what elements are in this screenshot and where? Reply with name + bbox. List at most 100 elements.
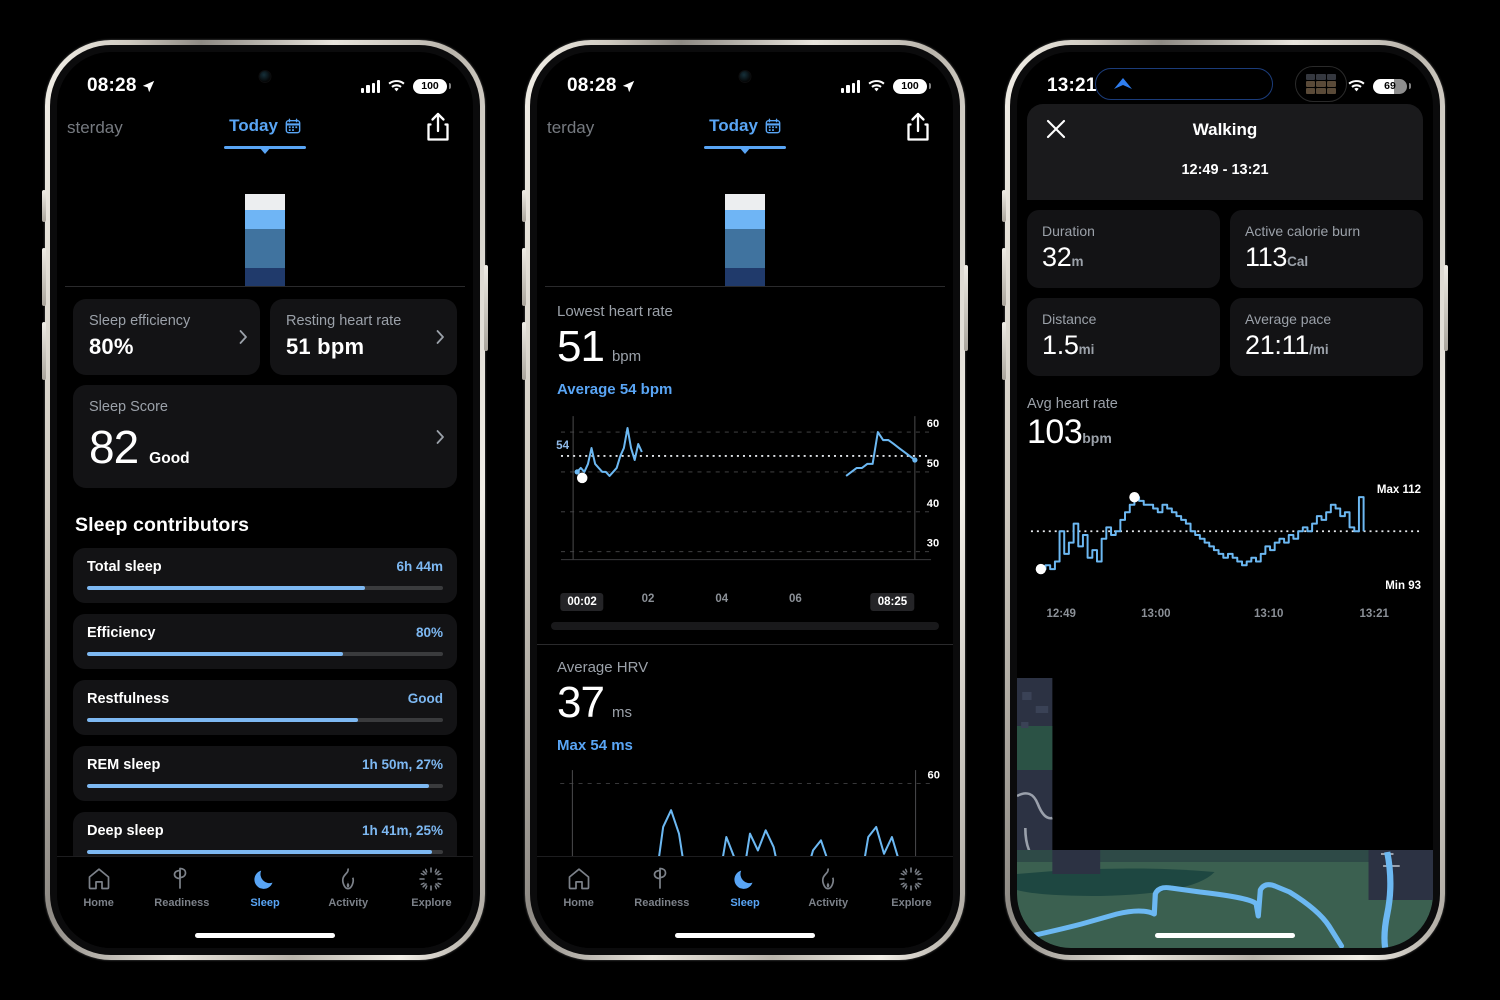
stat-value: 113Cal xyxy=(1245,242,1408,273)
mute-switch[interactable] xyxy=(522,190,526,222)
screenshot-stage: 08:28 100 sterday Today Sleep efficiency… xyxy=(0,0,1500,1000)
nav-item-home[interactable]: Home xyxy=(537,866,620,909)
stat-unit: /mi xyxy=(1309,342,1329,357)
hypnogram-segment-awake xyxy=(725,194,765,210)
contributor-row[interactable]: Restfulness Good xyxy=(73,680,457,735)
power-button[interactable] xyxy=(964,265,968,351)
contributor-name: Total sleep xyxy=(87,559,162,575)
x-tick: 12:49 xyxy=(1046,608,1076,620)
nav-item-label: Activity xyxy=(328,897,369,909)
hr-max-label: Max 112 xyxy=(1376,484,1421,496)
phone-sleep-overview: 08:28 100 sterday Today Sleep efficiency… xyxy=(42,40,488,960)
heart-rate-header: Lowest heart rate 51 bpm Average 54 bpm xyxy=(537,287,953,398)
chart-scrollbar[interactable] xyxy=(551,622,939,631)
moon-icon xyxy=(252,866,278,892)
contributor-value: Good xyxy=(407,691,443,706)
home-indicator[interactable] xyxy=(675,933,815,938)
hypnogram-segment-rem xyxy=(245,209,285,229)
nav-item-readiness[interactable]: Readiness xyxy=(620,866,703,909)
home-indicator[interactable] xyxy=(1155,933,1295,938)
chevron-right-icon xyxy=(436,330,444,344)
volume-down-button[interactable] xyxy=(1002,322,1006,380)
workout-hr-x-axis: 12:49 13:00 13:10 13:21 xyxy=(1043,608,1407,628)
svg-text:60: 60 xyxy=(928,770,940,782)
heart-rate-average: Average 54 bpm xyxy=(557,381,673,399)
contributor-row[interactable]: Efficiency 80% xyxy=(73,614,457,669)
heart-rate-chart[interactable]: 30 40 50 60 54 xyxy=(537,408,953,590)
volume-down-button[interactable] xyxy=(522,322,526,380)
cellular-signal-icon xyxy=(841,79,860,93)
contributor-bar xyxy=(87,652,443,656)
contributor-row[interactable]: Total sleep 6h 44m xyxy=(73,548,457,603)
avg-heart-rate-value: 103 xyxy=(1027,413,1083,451)
hypnogram-bar xyxy=(57,166,473,286)
share-icon[interactable] xyxy=(905,112,931,142)
tab-today-label: Today xyxy=(709,116,758,135)
stat-label: Average pace xyxy=(1245,311,1332,327)
hrv-value: 37 xyxy=(557,678,605,728)
status-bar: 13:21 69 xyxy=(1017,52,1433,104)
nav-item-label: Sleep xyxy=(730,897,760,909)
power-button[interactable] xyxy=(484,265,488,351)
hrv-label: Average HRV xyxy=(557,659,649,677)
workout-hr-chart[interactable]: Max 112 Min 93 xyxy=(1027,464,1423,604)
status-indicators: 69 xyxy=(1348,78,1411,94)
sleep-score-qualifier: Good xyxy=(149,450,190,467)
dynamic-island-secondary[interactable] xyxy=(1295,66,1347,102)
power-button[interactable] xyxy=(1444,265,1448,351)
status-time: 08:28 xyxy=(87,75,137,96)
card-sleep-efficiency[interactable]: Sleep efficiency 80% xyxy=(73,299,260,375)
nav-item-explore[interactable]: Explore xyxy=(390,866,473,909)
volume-up-button[interactable] xyxy=(522,248,526,306)
contributor-bar-fill xyxy=(87,652,344,656)
wifi-icon xyxy=(1348,79,1365,91)
card-sleep-score[interactable]: Sleep Score 82 Good xyxy=(73,385,457,488)
nav-item-activity[interactable]: Activity xyxy=(787,866,870,909)
heart-rate-x-axis: 00:02 02 04 06 08:25 xyxy=(551,590,939,614)
volume-down-button[interactable] xyxy=(42,322,46,380)
tab-yesterday[interactable]: sterday xyxy=(67,118,123,138)
nav-item-label: Readiness xyxy=(154,897,210,909)
share-icon[interactable] xyxy=(425,112,451,142)
mute-switch[interactable] xyxy=(1002,190,1006,222)
leaf-icon xyxy=(169,866,195,892)
tab-today[interactable]: Today xyxy=(704,116,786,149)
contributor-value: 1h 41m, 25% xyxy=(361,823,443,838)
nav-item-activity[interactable]: Activity xyxy=(307,866,390,909)
contributor-head: REM sleep 1h 50m, 27% xyxy=(87,757,443,773)
nav-item-readiness[interactable]: Readiness xyxy=(140,866,223,909)
wifi-icon xyxy=(868,79,885,91)
nav-item-home[interactable]: Home xyxy=(57,866,140,909)
tab-active-indicator xyxy=(704,146,786,149)
contributor-name: REM sleep xyxy=(87,757,161,773)
svg-text:60: 60 xyxy=(927,418,939,430)
contributor-bar xyxy=(87,586,443,590)
workout-stats-grid: Duration 32m Active calorie burn 113Cal Dist… xyxy=(1017,200,1433,376)
volume-up-button[interactable] xyxy=(1002,248,1006,306)
nav-item-sleep[interactable]: Sleep xyxy=(223,866,306,909)
route-map[interactable] xyxy=(1017,678,1433,948)
home-indicator[interactable] xyxy=(195,933,335,938)
contributor-head: Deep sleep 1h 41m, 25% xyxy=(87,823,443,839)
volume-up-button[interactable] xyxy=(42,248,46,306)
dynamic-island-navigation[interactable] xyxy=(1095,68,1273,100)
home-icon xyxy=(566,866,592,892)
status-time-group: 08:28 xyxy=(87,75,155,97)
sleep-score-label: Sleep Score xyxy=(89,399,168,415)
card-resting-heart-rate[interactable]: Resting heart rate 51 bpm xyxy=(270,299,457,375)
mute-switch[interactable] xyxy=(42,190,46,222)
contributor-row[interactable]: REM sleep 1h 50m, 27% xyxy=(73,746,457,801)
close-icon[interactable] xyxy=(1045,118,1067,140)
tab-yesterday[interactable]: terday xyxy=(547,118,594,138)
card-value: 51 bpm xyxy=(286,334,365,359)
phone-heart-rate-hrv: 08:28 100 terday Today Lowest heart rate… xyxy=(522,40,968,960)
tab-today[interactable]: Today xyxy=(224,116,306,149)
nav-item-explore[interactable]: Explore xyxy=(870,866,953,909)
status-bar: 08:28 100 xyxy=(537,52,953,104)
sleep-content: Sleep efficiency 80% Resting heart rate … xyxy=(57,299,473,933)
tab-active-indicator xyxy=(224,146,306,149)
tab-today-row: Today xyxy=(709,116,781,136)
status-time-group: 08:28 xyxy=(567,75,635,97)
nav-item-sleep[interactable]: Sleep xyxy=(703,866,786,909)
front-camera xyxy=(259,71,271,82)
